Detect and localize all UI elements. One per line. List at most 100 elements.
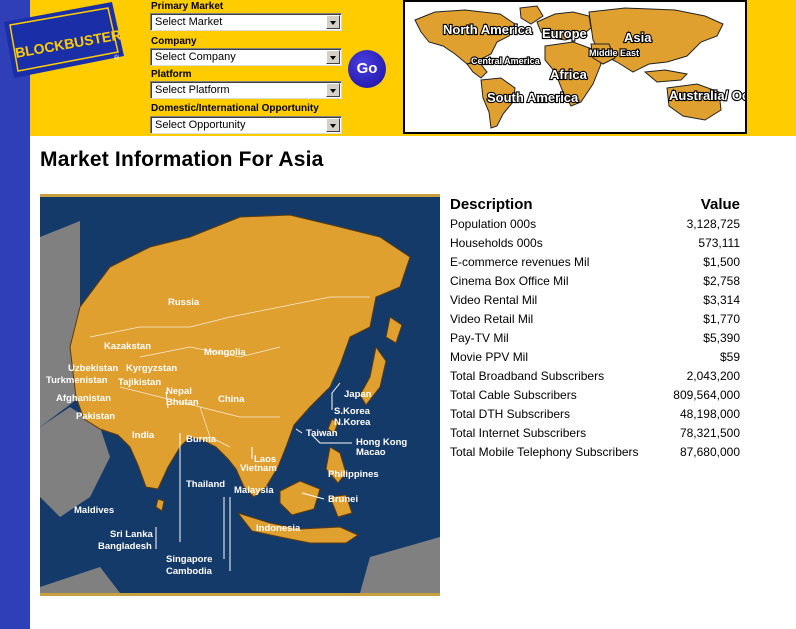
label-vietnam: Vietnam (240, 463, 277, 474)
company-select[interactable]: Select Company (150, 48, 342, 66)
row-description: Pay-TV Mil (450, 330, 509, 345)
opportunity-label: Domestic/International Opportunity (151, 103, 319, 114)
row-description: Cinema Box Office Mil (450, 273, 569, 288)
table-row: Total Cable Subscribers 809,564,000 (450, 385, 740, 404)
blockbuster-logo[interactable]: BLOCKBUSTER ® (0, 0, 130, 80)
label-taiwan: Taiwan (306, 428, 338, 439)
label-turkmenistan: Turkmenistan (46, 375, 108, 386)
label-maldives: Maldives (74, 505, 114, 516)
chevron-down-icon[interactable] (326, 50, 340, 64)
company-value: Select Company (155, 51, 236, 63)
header-value: Value (700, 195, 740, 213)
svg-text:®: ® (114, 54, 120, 62)
chevron-down-icon[interactable] (326, 83, 340, 97)
row-description: Population 000s (450, 216, 537, 231)
row-description: Video Retail Mil (450, 311, 534, 326)
map-label-australia: Australia/ Oceania (669, 88, 745, 103)
map-label-africa: Africa (550, 67, 588, 82)
header-description: Description (450, 195, 533, 213)
page-title: Market Information For Asia (40, 148, 324, 171)
label-singapore: Singapore (166, 554, 212, 565)
label-kazakstan: Kazakstan (104, 341, 151, 352)
table-row: Population 000s 3,128,725 (450, 214, 740, 233)
label-nepal: Nepal (166, 386, 192, 397)
row-value: $1,500 (703, 254, 740, 269)
label-afghanistan: Afghanistan (56, 393, 111, 404)
label-bangladesh: Bangladesh (98, 541, 152, 552)
map-label-south-america: South America (487, 90, 579, 105)
map-label-central-america: Central America (471, 56, 541, 66)
primary-market-label: Primary Market (151, 1, 224, 12)
opportunity-select[interactable]: Select Opportunity (150, 116, 342, 134)
row-description: Total DTH Subscribers (450, 406, 571, 421)
row-description: E-commerce revenues Mil (450, 254, 590, 269)
platform-select[interactable]: Select Platform (150, 81, 342, 99)
chevron-down-icon[interactable] (326, 15, 340, 29)
table-row: Total Mobile Telephony Subscribers 87,680… (450, 442, 740, 461)
label-thailand: Thailand (186, 479, 225, 490)
left-stripe (0, 0, 30, 629)
opportunity-value: Select Opportunity (155, 119, 246, 131)
table-row: Movie PPV Mil $59 (450, 347, 740, 366)
label-japan: Japan (344, 389, 372, 400)
table-row: Households 000s 573,111 (450, 233, 740, 252)
primary-market-value: Select Market (155, 16, 223, 28)
go-button[interactable]: Go (348, 50, 386, 88)
row-value: $2,758 (703, 273, 740, 288)
row-value: 48,198,000 (679, 406, 740, 421)
asia-map: Russia Kazakstan Mongolia Uzbekistan Kyr… (40, 194, 440, 596)
row-value: $3,314 (703, 292, 740, 307)
table-row: Cinema Box Office Mil $2,758 (450, 271, 740, 290)
table-row: Video Retail Mil $1,770 (450, 309, 740, 328)
label-macao: Macao (356, 447, 386, 458)
label-bhutan: Bhutan (166, 397, 199, 408)
label-tajikistan: Tajikistan (118, 377, 161, 388)
row-value: 87,680,000 (679, 444, 740, 459)
row-description: Total Cable Subscribers (450, 387, 577, 402)
platform-label: Platform (151, 69, 192, 80)
platform-value: Select Platform (155, 84, 230, 96)
label-sri-lanka: Sri Lanka (110, 529, 153, 540)
label-russia: Russia (168, 297, 200, 308)
label-india: India (132, 430, 155, 441)
label-cambodia: Cambodia (166, 566, 213, 577)
row-value: 573,111 (698, 235, 740, 250)
map-label-europe: Europe (542, 26, 587, 41)
row-value: 78,321,500 (679, 425, 740, 440)
row-value: 2,043,200 (686, 368, 740, 383)
row-description: Households 000s (450, 235, 543, 250)
label-s-korea: S.Korea (334, 406, 371, 417)
table-header-row: Description Value (450, 194, 740, 214)
row-description: Total Internet Subscribers (450, 425, 587, 440)
market-stats-table: Description Value Population 000s 3,128,7… (450, 194, 740, 461)
label-uzbekistan: Uzbekistan (68, 363, 118, 374)
label-china: China (218, 394, 245, 405)
primary-market-select[interactable]: Select Market (150, 13, 342, 31)
row-value: 3,128,725 (686, 216, 740, 231)
row-description: Total Broadband Subscribers (450, 368, 605, 383)
world-map[interactable]: North America Central America South Amer… (403, 0, 747, 134)
table-row: E-commerce revenues Mil $1,500 (450, 252, 740, 271)
label-malaysia: Malaysia (234, 485, 274, 496)
table-row: Pay-TV Mil $5,390 (450, 328, 740, 347)
label-indonesia: Indonesia (256, 523, 301, 534)
label-burma: Burma (186, 434, 217, 445)
row-value: $1,770 (703, 311, 740, 326)
row-description: Movie PPV Mil (450, 349, 529, 364)
table-row: Video Rental Mil $3,314 (450, 290, 740, 309)
table-row: Total Internet Subscribers 78,321,500 (450, 423, 740, 442)
map-label-north-america: North America (443, 22, 533, 37)
row-value: 809,564,000 (673, 387, 740, 402)
label-philippines: Philippines (328, 469, 379, 480)
label-pakistan: Pakistan (76, 411, 115, 422)
chevron-down-icon[interactable] (326, 118, 340, 132)
label-brunei: Brunei (328, 494, 358, 505)
label-kyrgyzstan: Kyrgyzstan (126, 363, 177, 374)
row-value: $5,390 (703, 330, 740, 345)
map-label-middle-east: Middle East (589, 48, 639, 58)
map-label-asia: Asia (624, 30, 652, 45)
row-description: Video Rental Mil (450, 292, 538, 307)
company-label: Company (151, 36, 197, 47)
label-n-korea: N.Korea (334, 417, 371, 428)
row-value: $59 (719, 349, 740, 364)
